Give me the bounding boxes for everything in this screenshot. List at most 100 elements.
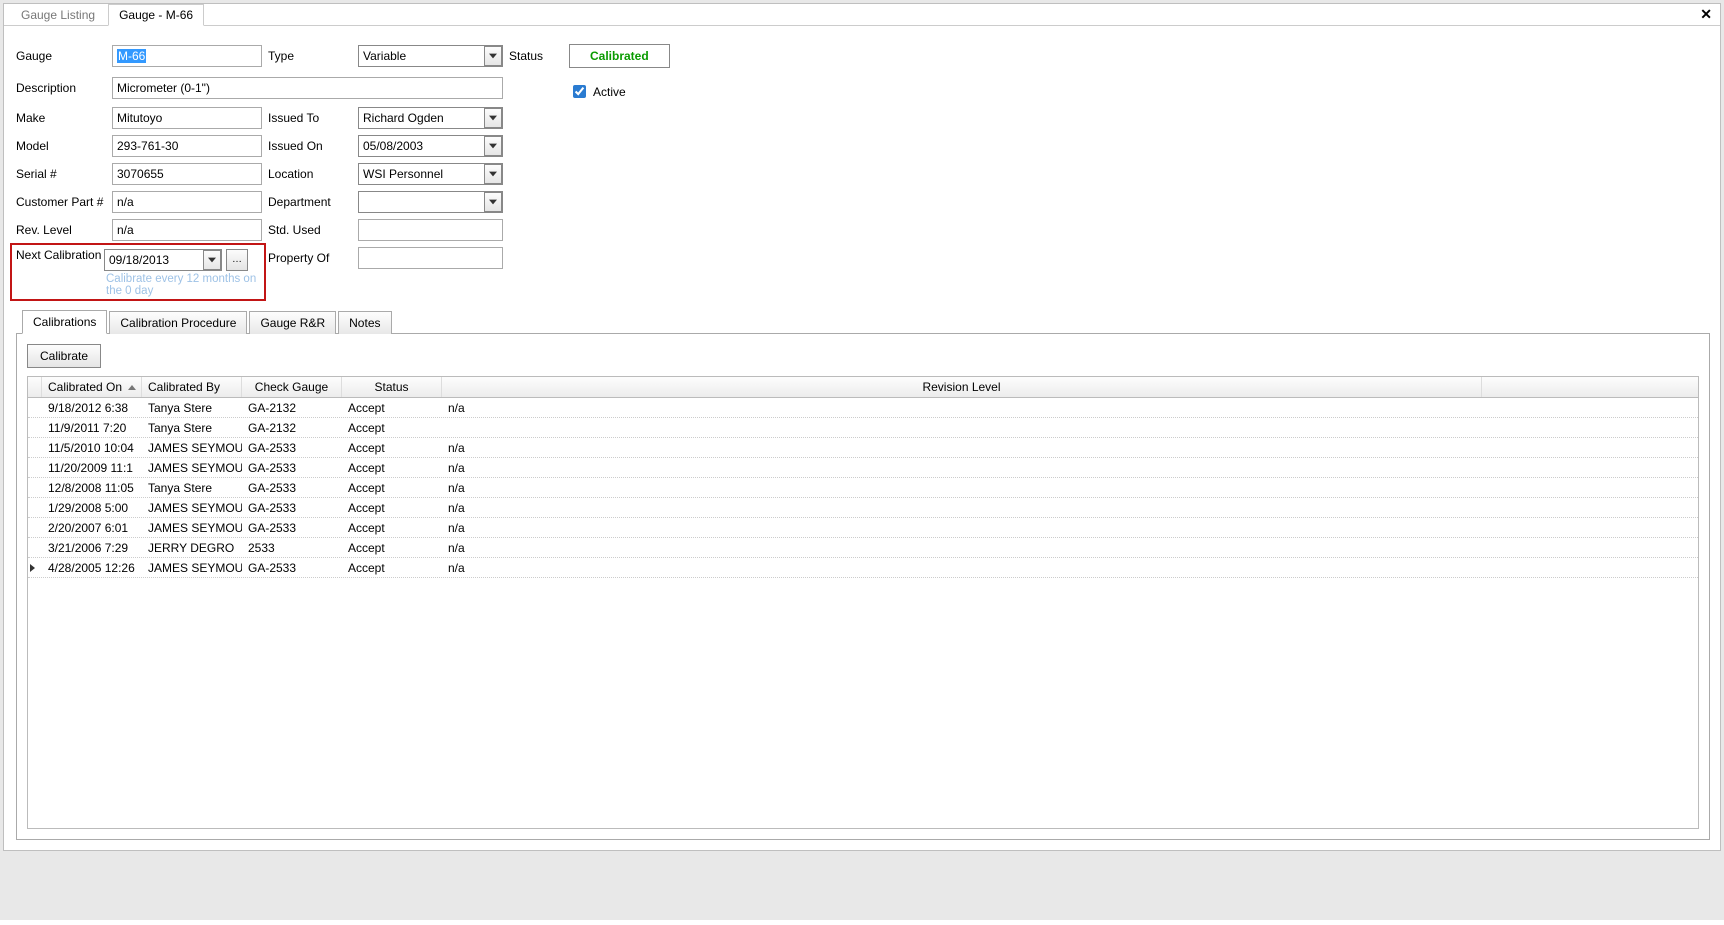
sort-desc-icon: [128, 385, 136, 390]
label-location: Location: [268, 167, 352, 181]
next-cal-ellipsis-button[interactable]: …: [226, 249, 248, 271]
cal-interval-hint: Calibrate every 12 months on the 0 day: [104, 271, 260, 297]
label-gauge: Gauge: [16, 49, 106, 63]
cell-gauge: 2533: [242, 541, 342, 555]
cell-by: JAMES SEYMOU: [142, 521, 242, 535]
grid-header-calibrated-by[interactable]: Calibrated By: [142, 377, 242, 397]
cell-on: 1/29/2008 5:00: [42, 501, 142, 515]
cell-status: Accept: [342, 481, 442, 495]
cell-status: Accept: [342, 461, 442, 475]
table-row[interactable]: 3/21/2006 7:29JERRY DEGRO2533Acceptn/a: [28, 538, 1698, 558]
row-indicator: [28, 564, 42, 572]
rev-level-input[interactable]: [112, 219, 262, 241]
cell-status: Accept: [342, 441, 442, 455]
close-icon[interactable]: ✕: [1700, 6, 1712, 23]
cell-gauge: GA-2533: [242, 481, 342, 495]
label-type: Type: [268, 49, 352, 63]
make-input[interactable]: [112, 107, 262, 129]
cell-on: 9/18/2012 6:38: [42, 401, 142, 415]
cell-by: JAMES SEYMOU: [142, 441, 242, 455]
cell-by: Tanya Stere: [142, 401, 242, 415]
table-row[interactable]: 12/8/2008 11:05Tanya StereGA-2533Acceptn…: [28, 478, 1698, 498]
table-row[interactable]: 11/20/2009 11:1JAMES SEYMOUGA-2533Accept…: [28, 458, 1698, 478]
cell-on: 11/9/2011 7:20: [42, 421, 142, 435]
status-badge: Calibrated: [569, 44, 670, 68]
table-row[interactable]: 9/18/2012 6:38Tanya StereGA-2132Acceptn/…: [28, 398, 1698, 418]
chevron-down-icon[interactable]: [484, 46, 502, 66]
calibrate-button[interactable]: Calibrate: [27, 344, 101, 368]
cell-on: 12/8/2008 11:05: [42, 481, 142, 495]
page-tab-detail[interactable]: Gauge - M-66: [108, 4, 204, 26]
cell-gauge: GA-2132: [242, 421, 342, 435]
cell-status: Accept: [342, 541, 442, 555]
next-cal-highlight: Next Calibration Due 09/18/2013 … Calibr…: [10, 243, 266, 301]
cell-on: 4/28/2005 12:26: [42, 561, 142, 575]
sub-tab-calibrations[interactable]: Calibrations: [22, 310, 107, 334]
sub-tab-procedure[interactable]: Calibration Procedure: [109, 311, 247, 334]
department-select[interactable]: [358, 191, 503, 213]
sub-tab-gauge-rr[interactable]: Gauge R&R: [249, 311, 336, 334]
model-input[interactable]: [112, 135, 262, 157]
cell-on: 3/21/2006 7:29: [42, 541, 142, 555]
grid-header-indicator: [28, 377, 42, 397]
label-department: Department: [268, 195, 352, 209]
description-input[interactable]: [112, 77, 503, 99]
cell-status: Accept: [342, 421, 442, 435]
grid-header-check-gauge[interactable]: Check Gauge: [242, 377, 342, 397]
cell-gauge: GA-2533: [242, 561, 342, 575]
label-std-used: Std. Used: [268, 223, 352, 237]
chevron-down-icon[interactable]: [203, 250, 221, 270]
table-row[interactable]: 1/29/2008 5:00JAMES SEYMOUGA-2533Acceptn…: [28, 498, 1698, 518]
label-status: Status: [509, 49, 563, 63]
cell-by: JERRY DEGRO: [142, 541, 242, 555]
sub-tab-strip: Calibrations Calibration Procedure Gauge…: [16, 309, 1710, 334]
page-tab-strip: Gauge Listing Gauge - M-66 ✕: [4, 4, 1720, 26]
table-row[interactable]: 2/20/2007 6:01JAMES SEYMOUGA-2533Acceptn…: [28, 518, 1698, 538]
std-used-input[interactable]: [358, 219, 503, 241]
cust-part-input[interactable]: [112, 191, 262, 213]
grid-header-revision-level[interactable]: Revision Level: [442, 377, 1482, 397]
cell-status: Accept: [342, 501, 442, 515]
table-row[interactable]: 11/9/2011 7:20Tanya StereGA-2132Accept: [28, 418, 1698, 438]
location-select[interactable]: WSI Personnel: [358, 163, 503, 185]
issued-to-select[interactable]: Richard Ogden: [358, 107, 503, 129]
label-issued-on: Issued On: [268, 139, 352, 153]
active-checkbox[interactable]: [573, 85, 586, 98]
label-issued-to: Issued To: [268, 111, 352, 125]
property-of-input[interactable]: [358, 247, 503, 269]
label-make: Make: [16, 111, 106, 125]
sub-panel-calibrations: Calibrate Calibrated On Calibrated By Ch…: [16, 334, 1710, 840]
cell-gauge: GA-2533: [242, 521, 342, 535]
serial-input[interactable]: [112, 163, 262, 185]
gauge-input[interactable]: M-66: [112, 45, 262, 67]
cell-rev: n/a: [442, 481, 1482, 495]
issued-on-select[interactable]: 05/08/2003: [358, 135, 503, 157]
table-row[interactable]: 11/5/2010 10:04JAMES SEYMOUGA-2533Accept…: [28, 438, 1698, 458]
cell-status: Accept: [342, 521, 442, 535]
cell-gauge: GA-2132: [242, 401, 342, 415]
page-tab-listing[interactable]: Gauge Listing: [10, 4, 106, 25]
row-pointer-icon: [30, 564, 35, 572]
table-row[interactable]: 4/28/2005 12:26JAMES SEYMOUGA-2533Accept…: [28, 558, 1698, 578]
cell-by: Tanya Stere: [142, 421, 242, 435]
sub-tab-notes[interactable]: Notes: [338, 311, 391, 334]
cell-by: JAMES SEYMOU: [142, 561, 242, 575]
cell-status: Accept: [342, 401, 442, 415]
label-model: Model: [16, 139, 106, 153]
grid-header-calibrated-on[interactable]: Calibrated On: [42, 377, 142, 397]
label-serial: Serial #: [16, 167, 106, 181]
chevron-down-icon[interactable]: [484, 136, 502, 156]
chevron-down-icon[interactable]: [484, 108, 502, 128]
cell-by: JAMES SEYMOU: [142, 461, 242, 475]
type-select[interactable]: Variable: [358, 45, 503, 67]
grid-header: Calibrated On Calibrated By Check Gauge …: [28, 377, 1698, 398]
cell-gauge: GA-2533: [242, 461, 342, 475]
chevron-down-icon[interactable]: [484, 192, 502, 212]
label-property-of: Property Of: [268, 247, 352, 265]
chevron-down-icon[interactable]: [484, 164, 502, 184]
cell-gauge: GA-2533: [242, 501, 342, 515]
label-next-cal: Next Calibration Due: [16, 249, 98, 263]
cell-on: 11/5/2010 10:04: [42, 441, 142, 455]
cell-rev: n/a: [442, 401, 1482, 415]
grid-header-status[interactable]: Status: [342, 377, 442, 397]
